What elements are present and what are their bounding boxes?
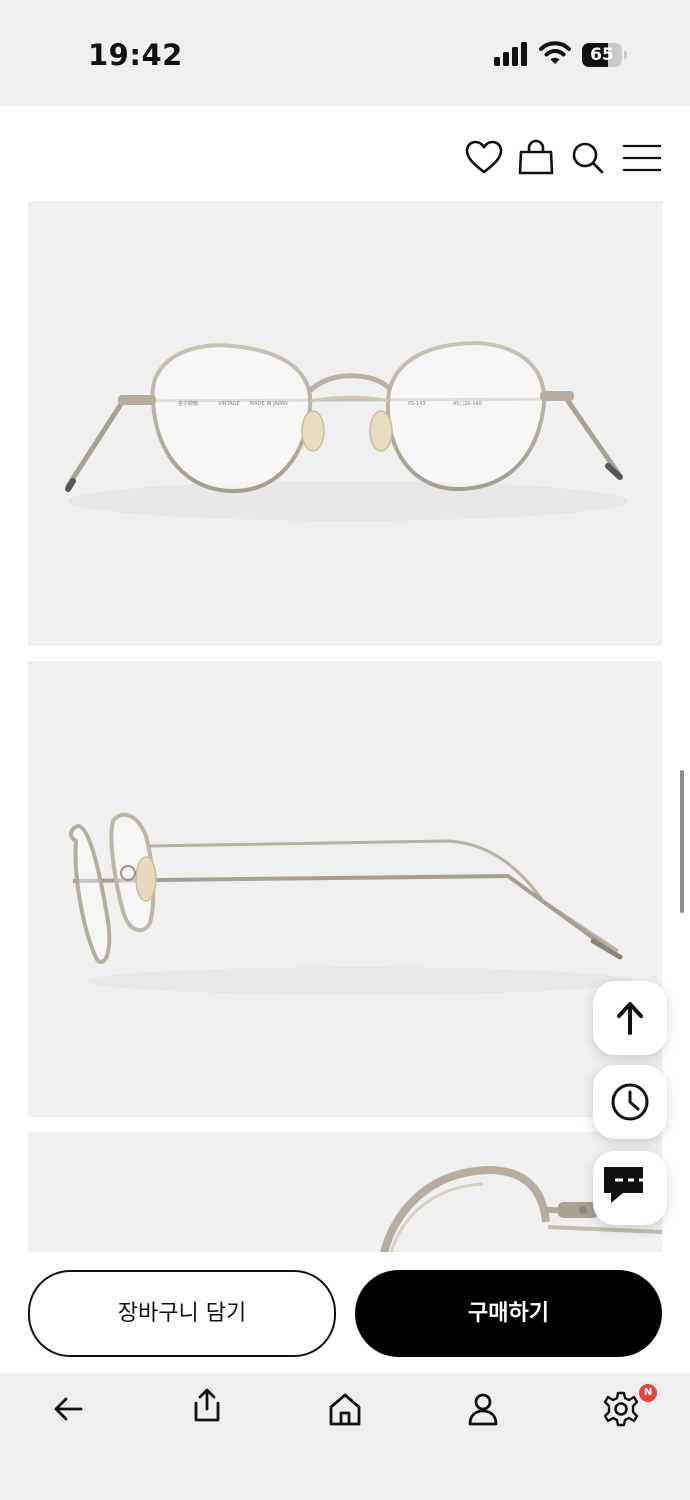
temple-engraving-origin: MADE IN JAPAN bbox=[250, 401, 288, 407]
share-icon[interactable] bbox=[189, 1387, 225, 1423]
settings-gear-icon[interactable] bbox=[603, 1391, 639, 1427]
status-bar: 19:42 65 bbox=[0, 0, 690, 106]
heart-icon[interactable] bbox=[464, 138, 504, 178]
add-to-cart-button[interactable]: 장바구니 담기 bbox=[28, 1270, 336, 1357]
product-image-detail bbox=[28, 1132, 662, 1252]
scroll-to-top-button[interactable] bbox=[593, 981, 667, 1055]
battery-level: 65 bbox=[590, 45, 614, 65]
back-arrow-icon[interactable] bbox=[51, 1391, 87, 1427]
chat-button[interactable] bbox=[593, 1151, 667, 1225]
home-icon[interactable] bbox=[327, 1391, 363, 1427]
shopping-bag-icon[interactable] bbox=[516, 138, 556, 178]
browser-toolbar bbox=[0, 1373, 690, 1500]
product-image-side bbox=[28, 661, 662, 1117]
scroll-to-top-icon bbox=[617, 1002, 643, 1035]
buy-now-button[interactable]: 구매하기 bbox=[355, 1270, 662, 1357]
wifi-icon bbox=[539, 41, 571, 64]
status-time: 19:42 bbox=[88, 38, 183, 72]
settings-notification-badge: N bbox=[639, 1384, 657, 1402]
temple-engraving-code: 65-143 bbox=[408, 401, 426, 407]
temple-engraving-size: 45□20-140 bbox=[453, 401, 482, 407]
site-header bbox=[0, 106, 690, 201]
page-scrollbar[interactable] bbox=[680, 770, 684, 913]
cellular-signal-icon bbox=[494, 42, 527, 66]
temple-engraving-brand: 金子眼鏡 bbox=[178, 400, 198, 407]
battery-icon: 65 bbox=[582, 43, 628, 67]
menu-icon[interactable] bbox=[622, 138, 662, 178]
product-image-front: 金子眼鏡 VINTAGE MADE IN JAPAN 65-143 45□20-… bbox=[28, 201, 662, 646]
recently-viewed-clock-icon bbox=[611, 1083, 649, 1121]
account-icon[interactable] bbox=[465, 1391, 501, 1427]
search-icon[interactable] bbox=[568, 138, 608, 178]
purchase-action-bar: 장바구니 담기 구매하기 bbox=[0, 1252, 690, 1373]
recently-viewed-button[interactable] bbox=[593, 1065, 667, 1139]
chat-icon bbox=[604, 1167, 643, 1203]
temple-engraving-model: VINTAGE bbox=[218, 401, 240, 407]
